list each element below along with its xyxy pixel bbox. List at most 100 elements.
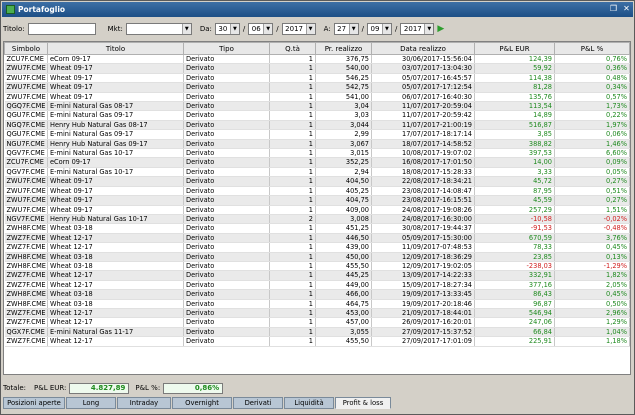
table-row[interactable]: ZWZ7F.CME Wheat 12-17 Derivato 1 457,00 26/09… (4, 317, 630, 328)
table-cell: 114,38 (474, 73, 555, 84)
close-icon[interactable]: ✕ (622, 5, 631, 14)
table-row[interactable]: ZWZ7F.CME Wheat 12-17 Derivato 1 439,00 11/09… (4, 242, 630, 253)
table-row[interactable]: QGV7F.CME E-mini Natural Gas 10-17 Derivat… (4, 148, 630, 159)
table-row[interactable]: ZWZ7F.CME Wheat 12-17 Derivato 1 455,50 27/09… (4, 336, 630, 347)
title-bar[interactable]: Portafoglio ❐ ✕ (2, 2, 633, 17)
column-header[interactable]: Tipo (183, 42, 270, 55)
table-row[interactable]: ZWU7F.CME Wheat 09-17 Derivato 1 404,50 22/08… (4, 176, 630, 187)
pl-pct-label: P&L %: (135, 384, 161, 392)
table-cell: 26/09/2017-16:20:01 (371, 317, 475, 328)
da-year-select[interactable]: 2017 ▼ (281, 23, 316, 35)
table-row[interactable]: ZWH8F.CME Wheat 03-18 Derivato 1 464,75 19/09… (4, 299, 630, 309)
table-cell: 1 (269, 242, 316, 253)
chevron-down-icon[interactable]: ▼ (424, 24, 434, 34)
column-header[interactable]: P&L % (554, 42, 630, 55)
table-row[interactable]: ZWU7F.CME Wheat 09-17 Derivato 1 404,75 23/08… (4, 195, 630, 206)
table-cell: 18/07/2017-14:58:52 (371, 139, 475, 150)
table-row[interactable]: ZWH8F.CME Wheat 03-18 Derivato 1 466,00 19/09… (4, 289, 630, 300)
table-cell: 397,53 (474, 148, 555, 159)
table-cell: Henry Hub Natural Gas 10-17 (47, 214, 184, 225)
table-cell: 30/06/2017-15:56:04 (371, 54, 475, 65)
table-cell: 45,59 (474, 195, 555, 206)
chevron-down-icon[interactable]: ▼ (229, 24, 239, 34)
table-row[interactable]: QGQ7F.CME E-mini Natural Gas 08-17 Derivat… (4, 101, 630, 112)
a-year-select[interactable]: 2017 ▼ (400, 23, 435, 35)
tab-profit-loss[interactable]: Profit & loss (335, 397, 391, 409)
chevron-down-icon[interactable]: ▼ (348, 24, 358, 34)
da-day-select[interactable]: 30 ▼ (214, 23, 240, 35)
table-cell: 1,29% (554, 317, 630, 328)
table-cell: 1 (269, 63, 316, 74)
chevron-down-icon[interactable]: ▼ (381, 24, 391, 34)
table-row[interactable]: ZWZ7F.CME Wheat 12-17 Derivato 1 446,50 05/09… (4, 233, 630, 244)
tab-long[interactable]: Long (66, 397, 116, 409)
table-row[interactable]: ZWU7F.CME Wheat 09-17 Derivato 1 405,25 23/08… (4, 186, 630, 197)
table-row[interactable]: NGU7F.CME Henry Hub Natural Gas 09-17 Deri… (4, 139, 630, 150)
table-cell: 409,00 (315, 205, 372, 215)
table-row[interactable]: NGQ7F.CME Henry Hub Natural Gas 08-17 Deri… (4, 120, 630, 131)
tab-intraday[interactable]: Intraday (117, 397, 171, 409)
table-cell: 445,25 (315, 270, 372, 281)
table-row[interactable]: ZWU7F.CME Wheat 09-17 Derivato 1 541,00 06/07… (4, 92, 630, 103)
table-row[interactable]: QGV7F.CME E-mini Natural Gas 10-17 Derivat… (4, 167, 630, 178)
table-cell: 27/09/2017-15:37:52 (371, 327, 475, 338)
table-cell: E-mini Natural Gas 09-17 (47, 110, 184, 121)
table-cell: 14,00 (474, 157, 555, 168)
table-cell: ZWU7F.CME (4, 176, 48, 187)
table-row[interactable]: QGU7F.CME E-mini Natural Gas 09-17 Derivat… (4, 110, 630, 121)
table-row[interactable]: ZWH8F.CME Wheat 03-18 Derivato 1 455,50 12/09… (4, 261, 630, 272)
table-cell: 45,72 (474, 176, 555, 187)
table-cell: 1,82% (554, 270, 630, 281)
titolo-input[interactable] (27, 23, 96, 35)
table-cell: 3,044 (315, 120, 372, 131)
restore-icon[interactable]: ❐ (609, 5, 618, 14)
tab-overnight[interactable]: Overnight (172, 397, 232, 409)
table-cell: ZWH8F.CME (4, 252, 48, 262)
table-cell: 81,28 (474, 82, 555, 93)
column-header[interactable]: Data realizzo (371, 42, 475, 55)
column-header[interactable]: Pr. realizzo (315, 42, 372, 55)
table-cell: 439,00 (315, 242, 372, 253)
a-month-select[interactable]: 09 ▼ (366, 23, 392, 35)
table-row[interactable]: ZWZ7F.CME Wheat 12-17 Derivato 1 449,00 15/09… (4, 280, 630, 291)
column-header[interactable]: Q.tà (269, 42, 316, 55)
table-cell: 1,51% (554, 205, 630, 215)
table-row[interactable]: ZCU7F.CME eCorn 09-17 Derivato 1 376,75 30/06… (4, 54, 630, 65)
table-cell: 0,45% (554, 242, 630, 253)
table-cell: Wheat 09-17 (47, 186, 184, 197)
table-row[interactable]: ZCU7F.CME eCorn 09-17 Derivato 1 352,25 16/08… (4, 157, 630, 168)
chevron-down-icon[interactable]: ▼ (263, 24, 273, 34)
table-row[interactable]: ZWU7F.CME Wheat 09-17 Derivato 1 542,75 05/07… (4, 82, 630, 93)
table-cell: 12/09/2017-18:36:29 (371, 252, 475, 262)
column-header[interactable]: Simbolo (4, 42, 48, 55)
table-row[interactable]: ZWU7F.CME Wheat 09-17 Derivato 1 546,25 05/07… (4, 73, 630, 84)
mkt-select[interactable]: ▼ (125, 23, 192, 35)
tab-derivati[interactable]: Derivati (233, 397, 283, 409)
play-icon[interactable]: ▶ (437, 24, 447, 34)
table-cell: 541,00 (315, 92, 372, 103)
table-row[interactable]: QGX7F.CME E-mini Natural Gas 11-17 Derivat… (4, 327, 630, 338)
table-cell: 12/09/2017-19:02:05 (371, 261, 475, 272)
table-row[interactable]: ZWU7F.CME Wheat 09-17 Derivato 1 540,00 03/07… (4, 63, 630, 74)
tab-liquidita[interactable]: Liquidità (284, 397, 334, 409)
chevron-down-icon[interactable]: ▼ (181, 24, 191, 34)
table-cell: 13/09/2017-14:22:33 (371, 270, 475, 281)
table-cell: 1 (269, 120, 316, 131)
table-cell: Henry Hub Natural Gas 09-17 (47, 139, 184, 150)
table-row[interactable]: ZWU7F.CME Wheat 09-17 Derivato 1 409,00 24/08… (4, 205, 630, 215)
table-cell: 06/07/2017-16:40:30 (371, 92, 475, 103)
table-row[interactable]: ZWH8F.CME Wheat 03-18 Derivato 1 451,25 30/08… (4, 223, 630, 234)
table-row[interactable]: ZWZ7F.CME Wheat 12-17 Derivato 1 453,00 21/09… (4, 308, 630, 319)
tab-posizioni-aperte[interactable]: Posizioni aperte (3, 397, 65, 409)
table-row[interactable]: NGV7F.CME Henry Hub Natural Gas 10-17 Deri… (4, 214, 630, 225)
table-row[interactable]: ZWZ7F.CME Wheat 12-17 Derivato 1 445,25 13/09… (4, 270, 630, 281)
chevron-down-icon[interactable]: ▼ (305, 24, 315, 34)
table-row[interactable]: ZWH8F.CME Wheat 03-18 Derivato 1 450,00 12/09… (4, 252, 630, 262)
a-day-select[interactable]: 27 ▼ (333, 23, 359, 35)
table-row[interactable]: QGU7F.CME E-mini Natural Gas 09-17 Derivat… (4, 129, 630, 140)
column-header[interactable]: P&L EUR (474, 42, 555, 55)
table-cell: ZWZ7F.CME (4, 233, 48, 244)
column-header[interactable]: Titolo (47, 42, 184, 55)
table-cell: -1,29% (554, 261, 630, 272)
da-month-select[interactable]: 06 ▼ (248, 23, 274, 35)
